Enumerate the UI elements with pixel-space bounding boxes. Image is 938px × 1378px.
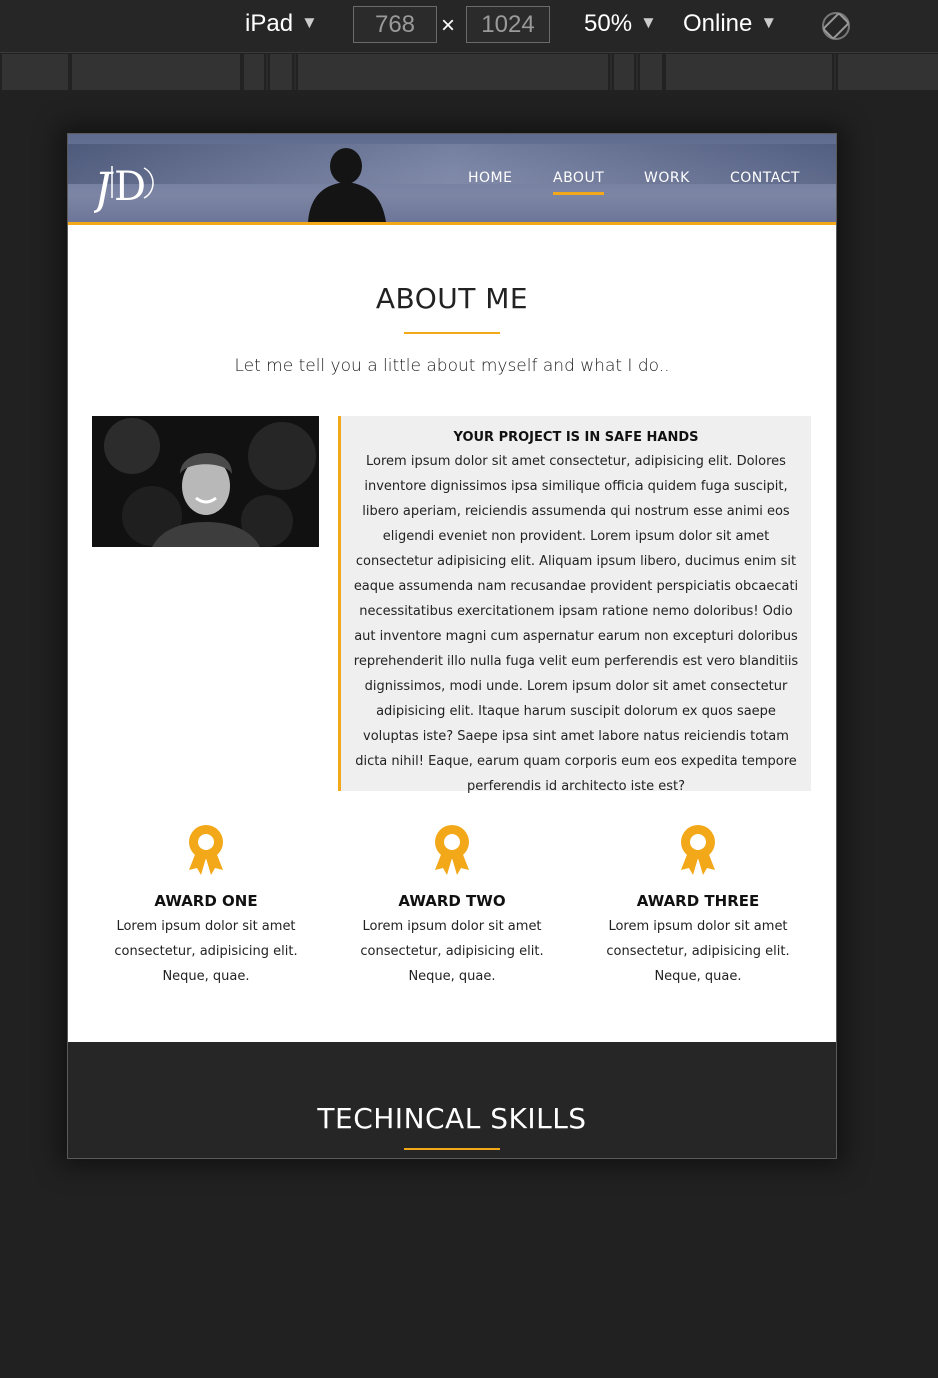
rotate-icon[interactable] <box>820 10 852 42</box>
width-input[interactable]: 768 <box>353 6 437 43</box>
title-underline <box>404 332 500 334</box>
award-one: AWARD ONE Lorem ipsum dolor sit amet con… <box>92 824 320 989</box>
media-query-segment[interactable] <box>612 54 636 90</box>
award-text: Lorem ipsum dolor sit amet consectetur, … <box>606 919 790 984</box>
chevron-down-icon: ▼ <box>640 13 657 32</box>
media-query-segment[interactable] <box>638 54 664 90</box>
media-query-bar <box>0 54 938 90</box>
award-two: AWARD TWO Lorem ipsum dolor sit amet con… <box>338 824 566 989</box>
device-viewport: J D HOME ABOUT WORK CONTACT ABOUT ME Let… <box>67 133 837 1159</box>
chevron-down-icon: ▼ <box>760 13 778 32</box>
award-ribbon-icon <box>681 825 715 875</box>
award-title: AWARD ONE <box>154 892 258 910</box>
award-title: AWARD TWO <box>398 892 506 910</box>
about-subtitle: Let me tell you a little about myself an… <box>234 356 670 376</box>
site-header: J D HOME ABOUT WORK CONTACT <box>68 134 836 225</box>
device-label: iPad <box>245 10 294 37</box>
safe-hands-text: Lorem ipsum dolor sit amet consectetur, … <box>353 454 799 794</box>
nav-home[interactable]: HOME <box>468 170 512 186</box>
profile-photo <box>92 416 319 547</box>
times-icon: × <box>441 12 456 39</box>
award-text: Lorem ipsum dolor sit amet consectetur, … <box>360 919 544 984</box>
nav-contact[interactable]: CONTACT <box>730 170 800 186</box>
media-query-segment[interactable] <box>70 54 242 90</box>
network-label: Online <box>683 10 753 37</box>
hero-silhouette <box>308 148 386 222</box>
nav-about[interactable]: ABOUT <box>553 170 605 195</box>
skills-section: TECHINCAL SKILLS <box>68 1042 836 1158</box>
title-underline <box>404 1148 500 1150</box>
award-text: Lorem ipsum dolor sit amet consectetur, … <box>114 919 298 984</box>
skills-title: TECHINCAL SKILLS <box>317 1102 587 1135</box>
media-query-segment[interactable] <box>664 54 834 90</box>
nav-work[interactable]: WORK <box>644 170 690 186</box>
safe-hands-box: YOUR PROJECT IS IN SAFE HANDS Lorem ipsu… <box>338 416 811 794</box>
chevron-down-icon: ▼ <box>301 13 318 32</box>
site-logo[interactable]: J D <box>94 158 166 214</box>
media-query-segment[interactable] <box>242 54 266 90</box>
network-select[interactable]: Online ▼ <box>683 10 777 38</box>
media-query-segment[interactable] <box>296 54 610 90</box>
about-title: ABOUT ME <box>375 282 529 315</box>
device-toolbar: iPad ▼ 768 × 1024 50% ▼ Online ▼ <box>0 0 938 53</box>
media-query-segment[interactable] <box>268 54 294 90</box>
safe-hands-title: YOUR PROJECT IS IN SAFE HANDS <box>453 430 699 445</box>
device-select[interactable]: iPad ▼ <box>245 10 318 38</box>
svg-text:D: D <box>114 164 146 210</box>
award-ribbon-icon <box>189 825 223 875</box>
height-input[interactable]: 1024 <box>466 6 550 43</box>
award-three: AWARD THREE Lorem ipsum dolor sit amet c… <box>584 824 812 989</box>
zoom-label: 50% <box>584 10 633 37</box>
zoom-select[interactable]: 50% ▼ <box>584 10 657 38</box>
media-query-segment[interactable] <box>836 54 938 90</box>
award-ribbon-icon <box>435 825 469 875</box>
svg-text:J: J <box>94 164 114 214</box>
media-query-segment[interactable] <box>0 54 70 90</box>
award-title: AWARD THREE <box>636 892 760 910</box>
